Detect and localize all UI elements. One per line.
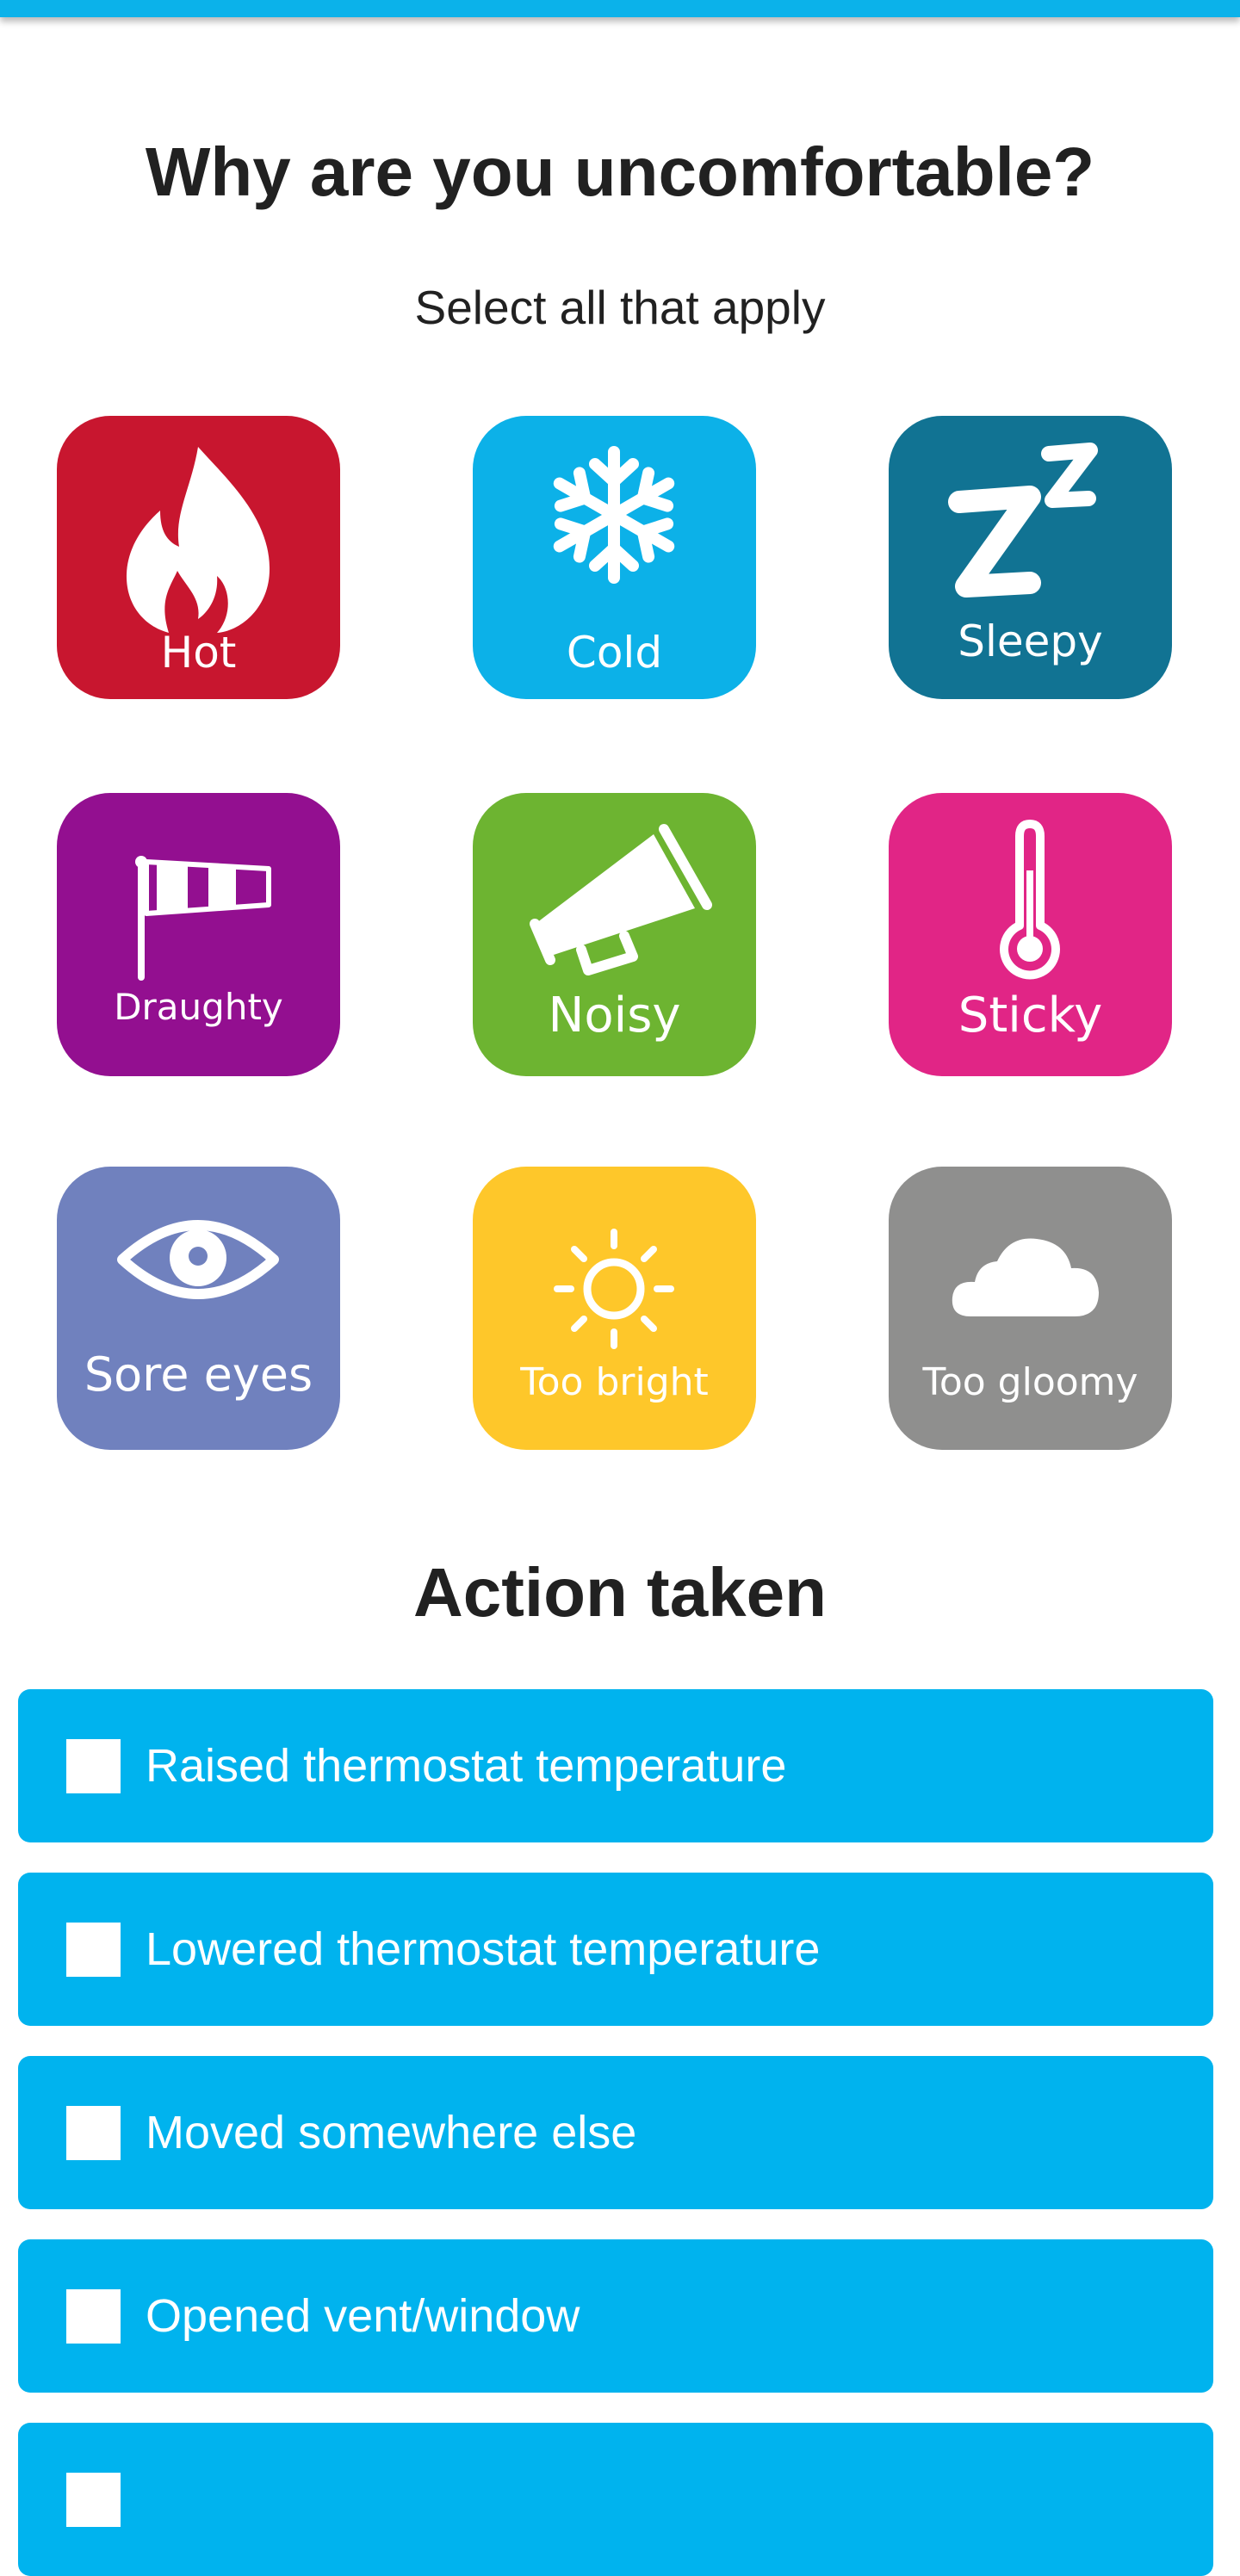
action-item[interactable]: Lowered thermostat temperature: [18, 1873, 1213, 2026]
eye-icon: [117, 1220, 279, 1299]
reason-tile-noisy[interactable]: Noisy: [473, 793, 756, 1076]
reason-tile-sleepy[interactable]: Sleepy: [889, 416, 1172, 699]
action-item[interactable]: [18, 2423, 1213, 2576]
reason-label: Hot: [160, 628, 237, 678]
reason-label: Sore eyes: [84, 1347, 313, 1402]
sun-icon: [554, 1229, 674, 1349]
cloud-icon: [952, 1238, 1099, 1316]
page-subtitle: Select all that apply: [414, 281, 826, 334]
action-item[interactable]: Raised thermostat temperature: [18, 1689, 1213, 1842]
reason-label: Sleepy: [958, 616, 1103, 666]
action-checkbox[interactable]: [66, 2106, 121, 2160]
action-item[interactable]: Opened vent/window: [18, 2239, 1213, 2393]
reason-label: Too bright: [520, 1360, 709, 1404]
action-checkbox[interactable]: [66, 1923, 121, 1977]
action-checkbox[interactable]: [66, 2289, 121, 2344]
reason-label: Too gloomy: [922, 1360, 1138, 1404]
reason-tile-hot[interactable]: Hot: [57, 416, 340, 699]
reason-tile-cold[interactable]: Cold: [473, 416, 756, 699]
action-item[interactable]: Moved somewhere else: [18, 2056, 1213, 2209]
reason-tile-sore-eyes[interactable]: Sore eyes: [57, 1167, 340, 1450]
action-label: Raised thermostat temperature: [146, 1740, 787, 1792]
page-title: Why are you uncomfortable?: [145, 133, 1095, 210]
action-label: Lowered thermostat temperature: [146, 1923, 821, 1975]
action-label: Opened vent/window: [146, 2290, 580, 2342]
reason-label: Sticky: [958, 988, 1103, 1043]
action-taken-title: Action taken: [412, 1554, 828, 1631]
reason-tile-draughty[interactable]: Draughty: [57, 793, 340, 1076]
reason-label: Draughty: [114, 986, 283, 1028]
reason-tile-sticky[interactable]: Sticky: [889, 793, 1172, 1076]
reason-label: Noisy: [548, 988, 681, 1043]
action-checkbox[interactable]: [66, 1739, 121, 1793]
windsock-icon: [135, 856, 271, 981]
reason-tile-too-bright[interactable]: Too bright: [473, 1167, 756, 1450]
top-accent-bar: [0, 0, 1240, 17]
action-label: Moved somewhere else: [146, 2107, 637, 2158]
reason-label: Cold: [566, 628, 663, 678]
reason-tile-too-gloomy[interactable]: Too gloomy: [889, 1167, 1172, 1450]
action-checkbox[interactable]: [66, 2473, 121, 2527]
